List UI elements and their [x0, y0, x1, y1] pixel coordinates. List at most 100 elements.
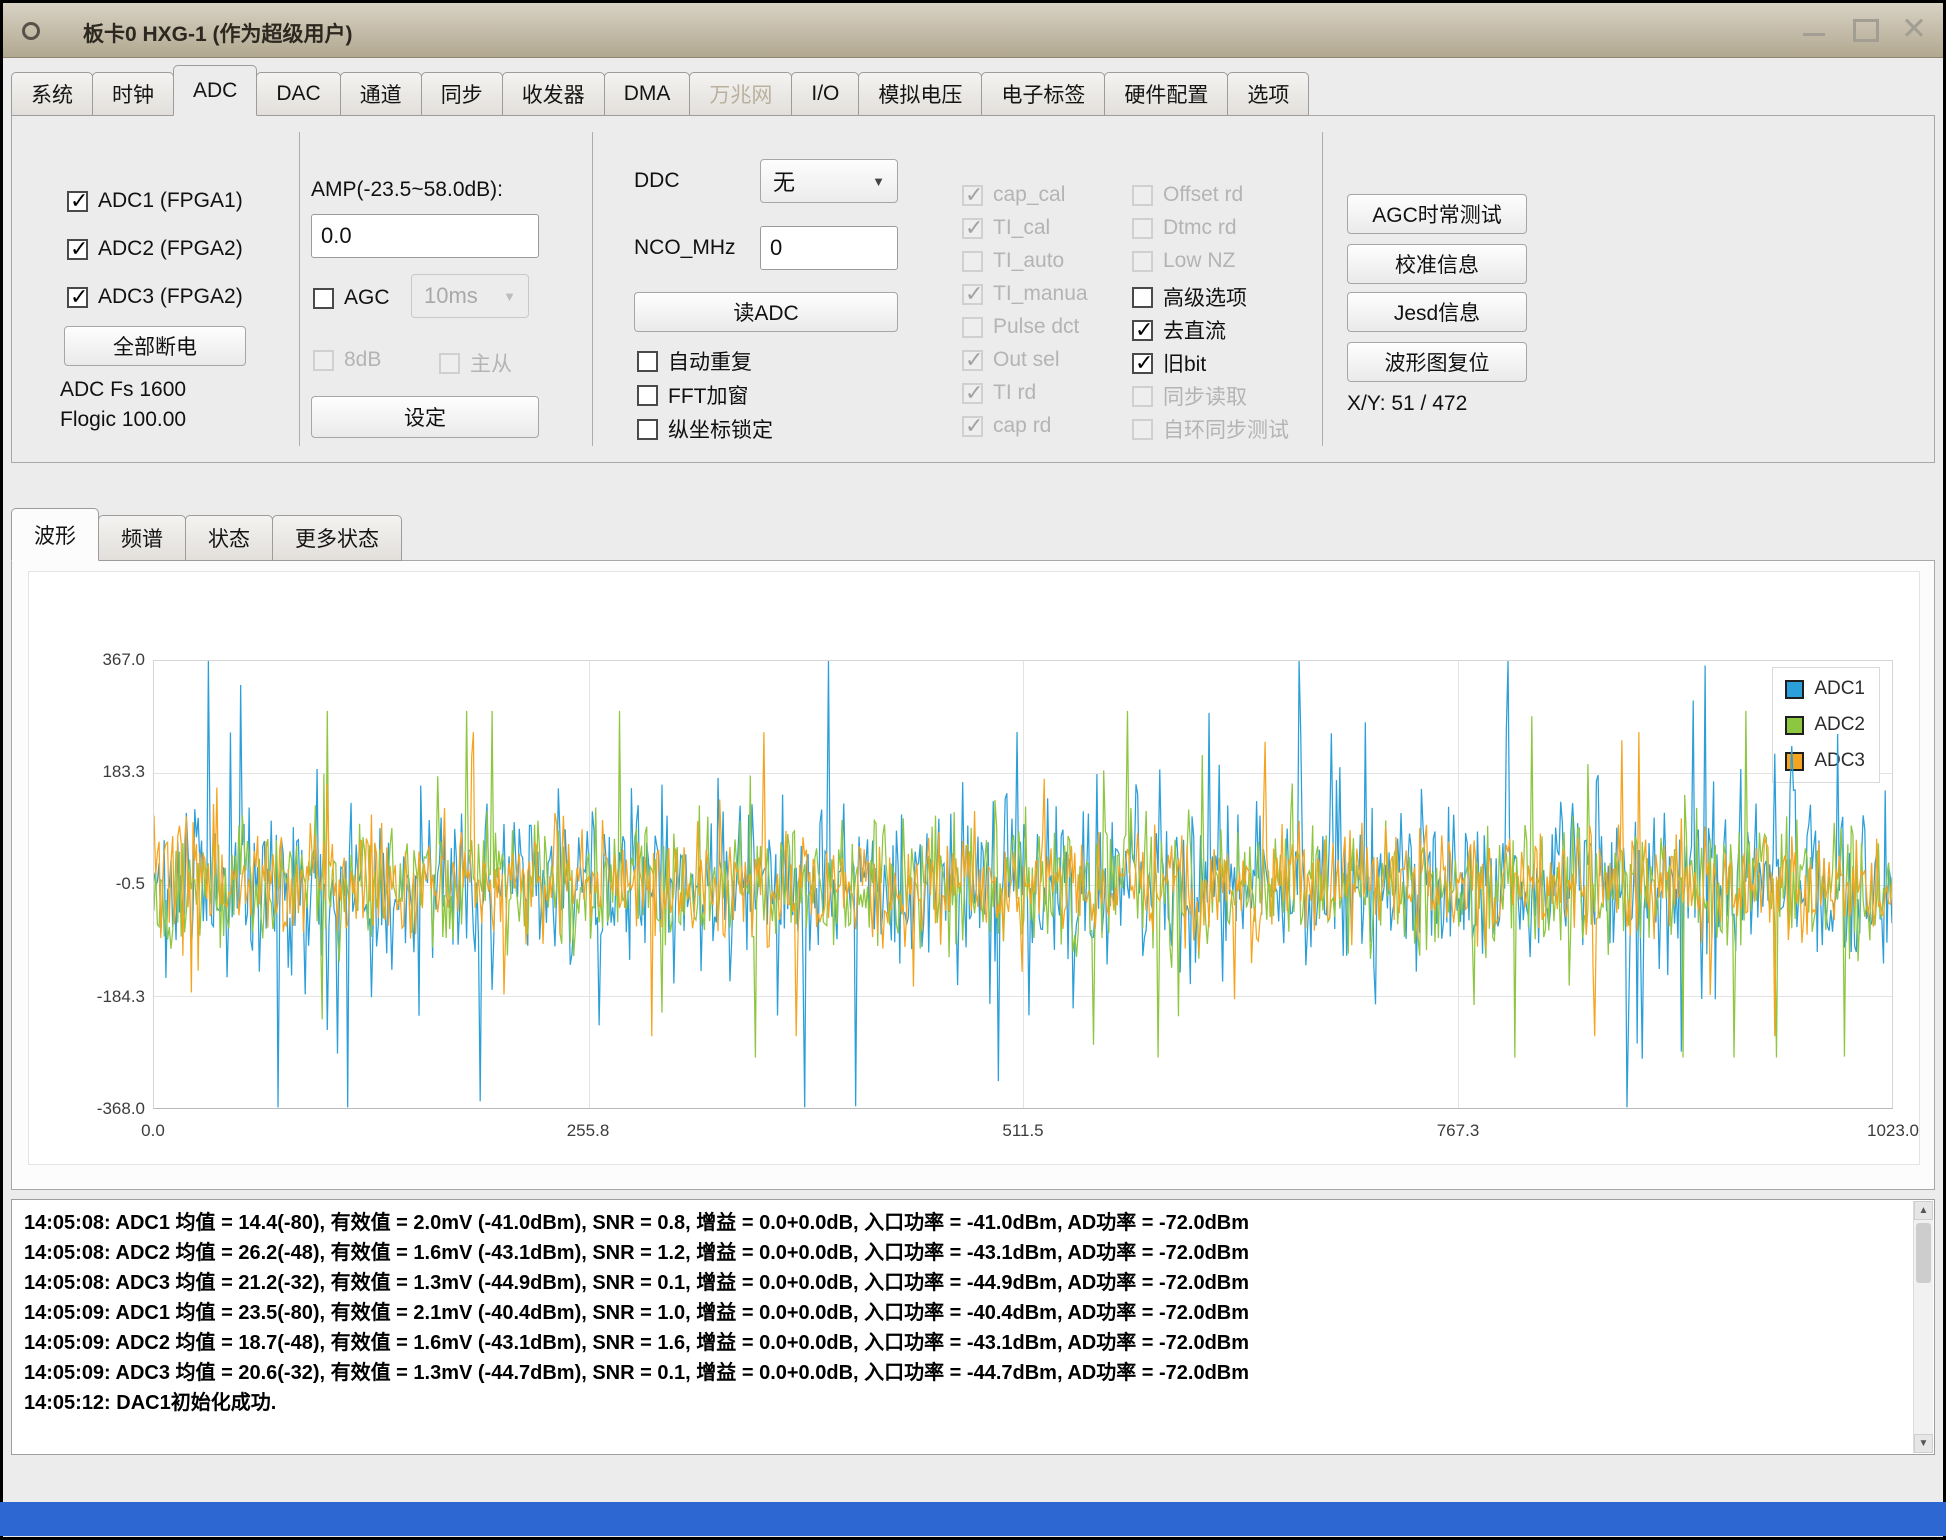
tab-clock[interactable]: 时钟 [92, 72, 174, 116]
y-tick: -368.0 [69, 1099, 145, 1119]
nco-mhz-input[interactable] [760, 226, 898, 270]
separator [299, 132, 300, 446]
view-tab-spectrum[interactable]: 频谱 [98, 515, 186, 561]
progress-bar [0, 1502, 1946, 1536]
8db-label: 8dB [344, 348, 381, 372]
calibration-info-button[interactable]: 校准信息 [1347, 244, 1527, 284]
tab-e-label[interactable]: 电子标签 [981, 72, 1105, 116]
tab-dma[interactable]: DMA [604, 72, 691, 116]
ti-manual-checkbox: TI_manua [962, 282, 1088, 306]
log-line: 14:05:08: ADC3 均值 = 21.2(-32), 有效值 = 1.3… [24, 1268, 1904, 1298]
waveform-reset-button[interactable]: 波形图复位 [1347, 342, 1527, 382]
master-slave-label: 主从 [470, 348, 512, 378]
log-line: 14:05:08: ADC1 均值 = 14.4(-80), 有效值 = 2.0… [24, 1208, 1904, 1238]
y-tick: 367.0 [69, 650, 145, 670]
checkbox-icon [1132, 185, 1153, 206]
y-tick: 183.3 [69, 762, 145, 782]
checkbox-icon [962, 284, 983, 305]
scroll-up-icon[interactable]: ▲ [1914, 1201, 1933, 1220]
agc-label: AGC [344, 286, 390, 310]
ti-auto-label: TI_auto [993, 249, 1064, 273]
minimize-button[interactable] [1803, 23, 1825, 36]
remove-dc-checkbox[interactable]: 去直流 [1132, 315, 1226, 345]
checkbox-icon [962, 416, 983, 437]
x-tick: 767.3 [1437, 1121, 1480, 1141]
checkbox-icon [1132, 218, 1153, 239]
old-bit-checkbox[interactable]: 旧bit [1132, 348, 1206, 378]
jesd-info-button[interactable]: Jesd信息 [1347, 292, 1527, 332]
ddc-selected-value: 无 [773, 165, 795, 197]
dtmc-rd-checkbox: Dtmc rd [1132, 216, 1237, 240]
tab-system[interactable]: 系统 [11, 72, 93, 116]
fft-window-label: FFT加窗 [668, 380, 748, 410]
cap-cal-checkbox: cap_cal [962, 183, 1122, 207]
checkbox-icon [962, 251, 983, 272]
tab-dac[interactable]: DAC [256, 72, 340, 116]
tab-hw-config[interactable]: 硬件配置 [1104, 72, 1228, 116]
adc1-label: ADC1 (FPGA1) [98, 189, 243, 213]
sync-read-label: 同步读取 [1163, 381, 1247, 411]
y-axis-lock-label: 纵坐标锁定 [668, 414, 773, 444]
auto-repeat-label: 自动重复 [668, 346, 752, 376]
fft-window-checkbox[interactable]: FFT加窗 [637, 380, 748, 410]
offset-rd-label: Offset rd [1163, 183, 1243, 207]
scrollbar-thumb[interactable] [1916, 1223, 1931, 1283]
checkbox-icon [962, 185, 983, 206]
sync-read-checkbox: 同步读取 [1132, 381, 1247, 411]
waveform-panel: 367.0 183.3 -0.5 -184.3 -368.0 0.0 255.8… [11, 560, 1935, 1190]
view-tab-status[interactable]: 状态 [185, 515, 273, 561]
advanced-options-checkbox[interactable]: 高级选项 [1132, 282, 1247, 312]
separator [1322, 132, 1323, 446]
adc3-checkbox[interactable]: ADC3 (FPGA2) [67, 285, 243, 309]
checkbox-icon [962, 350, 983, 371]
checkbox-icon [439, 353, 460, 374]
loopback-sync-test-checkbox: 自环同步测试 [1132, 414, 1310, 444]
tab-io[interactable]: I/O [791, 72, 859, 116]
window-menu-icon[interactable] [22, 22, 40, 40]
low-nz-label: Low NZ [1163, 249, 1235, 273]
power-off-all-button[interactable]: 全部断电 [64, 326, 246, 366]
adc2-label: ADC2 (FPGA2) [98, 237, 243, 261]
checkbox-icon [1132, 251, 1153, 272]
plot-area[interactable]: ADC1 ADC2 ADC3 [153, 660, 1893, 1109]
view-tab-waveform[interactable]: 波形 [11, 508, 99, 561]
agc-time-value: 10ms [424, 283, 478, 309]
scroll-down-icon[interactable]: ▼ [1914, 1434, 1933, 1453]
agc-timing-test-button[interactable]: AGC时常测试 [1347, 194, 1527, 234]
close-button[interactable]: ✕ [1901, 11, 1927, 47]
adc1-checkbox[interactable]: ADC1 (FPGA1) [67, 189, 243, 213]
8db-checkbox: 8dB [313, 348, 381, 372]
tab-options[interactable]: 选项 [1227, 72, 1309, 116]
nco-label: NCO_MHz [634, 236, 736, 260]
log-line: 14:05:08: ADC2 均值 = 26.2(-48), 有效值 = 1.6… [24, 1238, 1904, 1268]
checkbox-icon [67, 239, 88, 260]
checkbox-icon [1132, 287, 1153, 308]
checkbox-icon [962, 218, 983, 239]
agc-checkbox[interactable]: AGC [313, 286, 390, 310]
log-line: 14:05:09: ADC1 均值 = 23.5(-80), 有效值 = 2.1… [24, 1298, 1904, 1328]
amp-value-input[interactable] [311, 214, 539, 258]
ddc-label: DDC [634, 169, 680, 193]
tab-sync[interactable]: 同步 [421, 72, 503, 116]
checkbox-icon [962, 317, 983, 338]
view-tab-more-status[interactable]: 更多状态 [272, 515, 402, 561]
tab-channel[interactable]: 通道 [340, 72, 422, 116]
waveform-traces [154, 661, 1892, 1108]
adc2-checkbox[interactable]: ADC2 (FPGA2) [67, 237, 243, 261]
tab-analog-voltage[interactable]: 模拟电压 [858, 72, 982, 116]
maximize-button[interactable] [1853, 19, 1879, 42]
y-tick: -184.3 [69, 987, 145, 1007]
old-bit-label: 旧bit [1163, 348, 1206, 378]
tab-10g-net: 万兆网 [689, 72, 792, 116]
log-scrollbar[interactable]: ▲ ▼ [1913, 1201, 1933, 1453]
checkbox-icon [637, 385, 658, 406]
checkbox-icon [962, 383, 983, 404]
y-axis-lock-checkbox[interactable]: 纵坐标锁定 [637, 414, 773, 444]
tab-transceiver[interactable]: 收发器 [502, 72, 605, 116]
ddc-dropdown[interactable]: 无 ▼ [760, 159, 898, 203]
read-adc-button[interactable]: 读ADC [634, 292, 898, 332]
set-button[interactable]: 设定 [311, 396, 539, 438]
x-tick: 255.8 [567, 1121, 610, 1141]
tab-adc[interactable]: ADC [173, 65, 257, 116]
auto-repeat-checkbox[interactable]: 自动重复 [637, 346, 752, 376]
